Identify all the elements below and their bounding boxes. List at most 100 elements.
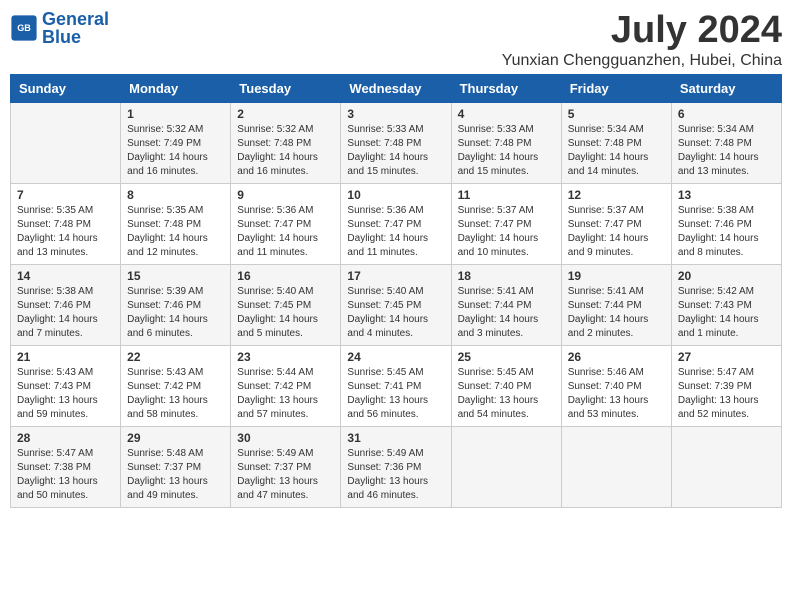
- day-cell: 6 Sunrise: 5:34 AM Sunset: 7:48 PM Daylig…: [671, 102, 781, 183]
- day-number: 10: [347, 188, 444, 202]
- day-info: Sunrise: 5:48 AM Sunset: 7:37 PM Dayligh…: [127, 447, 224, 503]
- day-info: Sunrise: 5:36 AM Sunset: 7:47 PM Dayligh…: [347, 204, 444, 260]
- day-number: 8: [127, 188, 224, 202]
- week-row-4: 21Sunrise: 5:43 AM Sunset: 7:43 PM Dayli…: [11, 345, 782, 426]
- day-number: 24: [347, 350, 444, 364]
- day-cell: 9 Sunrise: 5:36 AM Sunset: 7:47 PM Daylig…: [231, 183, 341, 264]
- logo-text: General Blue: [42, 10, 109, 46]
- day-info: Sunrise: 5:40 AM Sunset: 7:45 PM Dayligh…: [237, 285, 334, 341]
- day-number: 4: [458, 107, 555, 121]
- day-number: 28: [17, 431, 114, 445]
- calendar-table: SundayMondayTuesdayWednesdayThursdayFrid…: [10, 74, 782, 508]
- day-info: Sunrise: 5:38 AM Sunset: 7:46 PM Dayligh…: [17, 285, 114, 341]
- day-cell: 26 Sunrise: 5:46 AM Sunset: 7:40 PM Dayli…: [561, 345, 671, 426]
- day-info: Sunrise: 5:34 AM Sunset: 7:48 PM Dayligh…: [568, 123, 665, 179]
- week-row-1: 1 Sunrise: 5:32 AM Sunset: 7:49 PM Daylig…: [11, 102, 782, 183]
- day-cell: 28Sunrise: 5:47 AM Sunset: 7:38 PM Dayli…: [11, 426, 121, 507]
- day-number: 31: [347, 431, 444, 445]
- day-cell: 21Sunrise: 5:43 AM Sunset: 7:43 PM Dayli…: [11, 345, 121, 426]
- day-info: Sunrise: 5:49 AM Sunset: 7:37 PM Dayligh…: [237, 447, 334, 503]
- day-info: Sunrise: 5:46 AM Sunset: 7:40 PM Dayligh…: [568, 366, 665, 422]
- week-row-3: 14 Sunrise: 5:38 AM Sunset: 7:46 PM Dayli…: [11, 264, 782, 345]
- day-cell: 24 Sunrise: 5:45 AM Sunset: 7:41 PM Dayli…: [341, 345, 451, 426]
- day-info: Sunrise: 5:45 AM Sunset: 7:41 PM Dayligh…: [347, 366, 444, 422]
- day-info: Sunrise: 5:33 AM Sunset: 7:48 PM Dayligh…: [458, 123, 555, 179]
- day-number: 17: [347, 269, 444, 283]
- day-number: 27: [678, 350, 775, 364]
- day-info: Sunrise: 5:42 AM Sunset: 7:43 PM Dayligh…: [678, 285, 775, 341]
- day-number: 19: [568, 269, 665, 283]
- day-info: Sunrise: 5:44 AM Sunset: 7:42 PM Dayligh…: [237, 366, 334, 422]
- day-cell: 22 Sunrise: 5:43 AM Sunset: 7:42 PM Dayli…: [121, 345, 231, 426]
- day-cell: 1 Sunrise: 5:32 AM Sunset: 7:49 PM Daylig…: [121, 102, 231, 183]
- logo-icon: GB: [10, 14, 38, 42]
- title-area: July 2024 Yunxian Chengguanzhen, Hubei, …: [502, 10, 782, 70]
- day-cell: 4 Sunrise: 5:33 AM Sunset: 7:48 PM Daylig…: [451, 102, 561, 183]
- day-info: Sunrise: 5:41 AM Sunset: 7:44 PM Dayligh…: [568, 285, 665, 341]
- day-info: Sunrise: 5:41 AM Sunset: 7:44 PM Dayligh…: [458, 285, 555, 341]
- day-cell: 14 Sunrise: 5:38 AM Sunset: 7:46 PM Dayli…: [11, 264, 121, 345]
- day-info: Sunrise: 5:39 AM Sunset: 7:46 PM Dayligh…: [127, 285, 224, 341]
- day-info: Sunrise: 5:33 AM Sunset: 7:48 PM Dayligh…: [347, 123, 444, 179]
- weekday-header-friday: Friday: [561, 74, 671, 102]
- weekday-header-thursday: Thursday: [451, 74, 561, 102]
- day-cell: 30 Sunrise: 5:49 AM Sunset: 7:37 PM Dayli…: [231, 426, 341, 507]
- day-number: 25: [458, 350, 555, 364]
- day-number: 20: [678, 269, 775, 283]
- day-cell: [11, 102, 121, 183]
- header: GB General Blue July 2024 Yunxian Chengg…: [10, 10, 782, 70]
- day-cell: 7 Sunrise: 5:35 AM Sunset: 7:48 PM Daylig…: [11, 183, 121, 264]
- day-number: 22: [127, 350, 224, 364]
- day-info: Sunrise: 5:38 AM Sunset: 7:46 PM Dayligh…: [678, 204, 775, 260]
- day-number: 26: [568, 350, 665, 364]
- day-cell: 29 Sunrise: 5:48 AM Sunset: 7:37 PM Dayli…: [121, 426, 231, 507]
- day-info: Sunrise: 5:35 AM Sunset: 7:48 PM Dayligh…: [17, 204, 114, 260]
- day-info: Sunrise: 5:36 AM Sunset: 7:47 PM Dayligh…: [237, 204, 334, 260]
- day-number: 9: [237, 188, 334, 202]
- day-number: 1: [127, 107, 224, 121]
- month-title: July 2024: [502, 10, 782, 52]
- weekday-header-row: SundayMondayTuesdayWednesdayThursdayFrid…: [11, 74, 782, 102]
- day-number: 12: [568, 188, 665, 202]
- day-cell: 2 Sunrise: 5:32 AM Sunset: 7:48 PM Daylig…: [231, 102, 341, 183]
- day-info: Sunrise: 5:32 AM Sunset: 7:48 PM Dayligh…: [237, 123, 334, 179]
- day-cell: [671, 426, 781, 507]
- day-number: 21: [17, 350, 114, 364]
- day-number: 13: [678, 188, 775, 202]
- day-cell: 19 Sunrise: 5:41 AM Sunset: 7:44 PM Dayli…: [561, 264, 671, 345]
- day-cell: 23Sunrise: 5:44 AM Sunset: 7:42 PM Dayli…: [231, 345, 341, 426]
- day-cell: 25 Sunrise: 5:45 AM Sunset: 7:40 PM Dayli…: [451, 345, 561, 426]
- week-row-5: 28Sunrise: 5:47 AM Sunset: 7:38 PM Dayli…: [11, 426, 782, 507]
- day-cell: 3Sunrise: 5:33 AM Sunset: 7:48 PM Daylig…: [341, 102, 451, 183]
- day-number: 29: [127, 431, 224, 445]
- day-cell: 15 Sunrise: 5:39 AM Sunset: 7:46 PM Dayli…: [121, 264, 231, 345]
- day-number: 2: [237, 107, 334, 121]
- svg-text:GB: GB: [17, 23, 31, 33]
- day-info: Sunrise: 5:32 AM Sunset: 7:49 PM Dayligh…: [127, 123, 224, 179]
- day-cell: 31 Sunrise: 5:49 AM Sunset: 7:36 PM Dayli…: [341, 426, 451, 507]
- weekday-header-sunday: Sunday: [11, 74, 121, 102]
- day-info: Sunrise: 5:35 AM Sunset: 7:48 PM Dayligh…: [127, 204, 224, 260]
- day-number: 30: [237, 431, 334, 445]
- day-cell: 5 Sunrise: 5:34 AM Sunset: 7:48 PM Daylig…: [561, 102, 671, 183]
- day-cell: 11Sunrise: 5:37 AM Sunset: 7:47 PM Dayli…: [451, 183, 561, 264]
- day-number: 6: [678, 107, 775, 121]
- day-cell: 8 Sunrise: 5:35 AM Sunset: 7:48 PM Daylig…: [121, 183, 231, 264]
- day-info: Sunrise: 5:43 AM Sunset: 7:42 PM Dayligh…: [127, 366, 224, 422]
- weekday-header-monday: Monday: [121, 74, 231, 102]
- day-info: Sunrise: 5:49 AM Sunset: 7:36 PM Dayligh…: [347, 447, 444, 503]
- day-info: Sunrise: 5:47 AM Sunset: 7:39 PM Dayligh…: [678, 366, 775, 422]
- day-info: Sunrise: 5:34 AM Sunset: 7:48 PM Dayligh…: [678, 123, 775, 179]
- day-number: 5: [568, 107, 665, 121]
- day-info: Sunrise: 5:37 AM Sunset: 7:47 PM Dayligh…: [568, 204, 665, 260]
- day-cell: 12 Sunrise: 5:37 AM Sunset: 7:47 PM Dayli…: [561, 183, 671, 264]
- day-cell: 18Sunrise: 5:41 AM Sunset: 7:44 PM Dayli…: [451, 264, 561, 345]
- day-cell: 13 Sunrise: 5:38 AM Sunset: 7:46 PM Dayli…: [671, 183, 781, 264]
- day-number: 16: [237, 269, 334, 283]
- day-number: 14: [17, 269, 114, 283]
- day-number: 15: [127, 269, 224, 283]
- day-info: Sunrise: 5:40 AM Sunset: 7:45 PM Dayligh…: [347, 285, 444, 341]
- day-number: 11: [458, 188, 555, 202]
- day-info: Sunrise: 5:45 AM Sunset: 7:40 PM Dayligh…: [458, 366, 555, 422]
- day-number: 7: [17, 188, 114, 202]
